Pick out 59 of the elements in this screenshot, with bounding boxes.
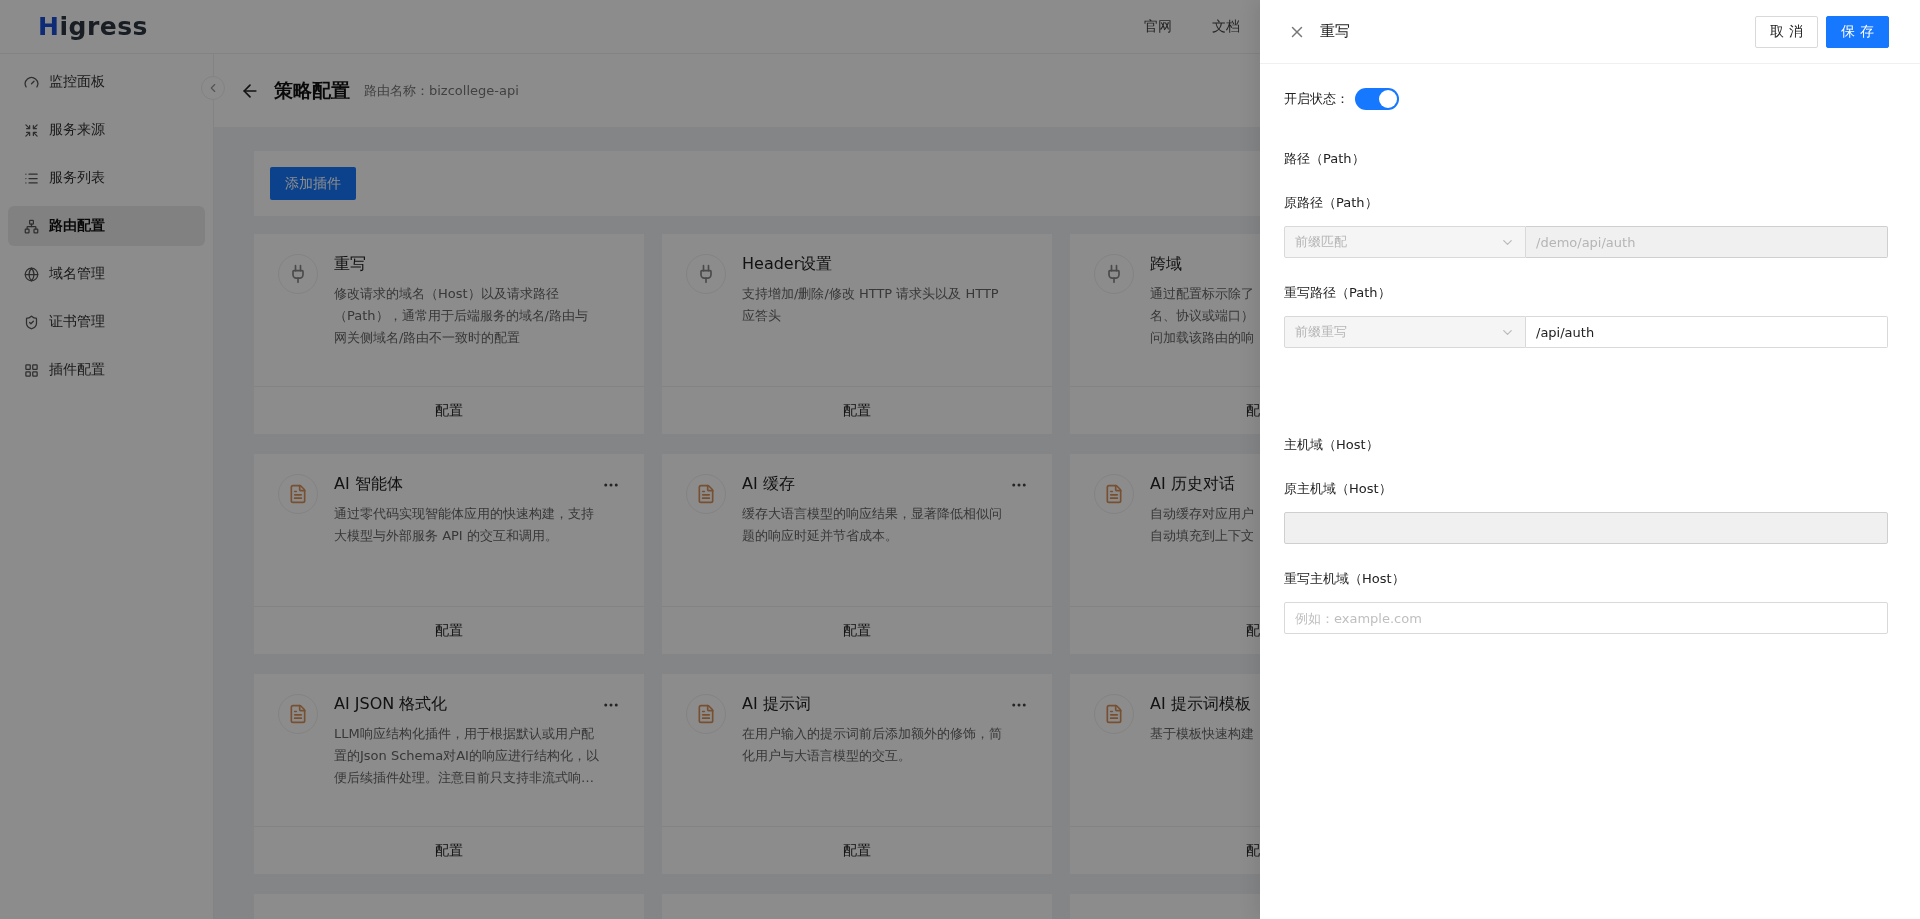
field-label: 重写路径（Path） — [1284, 284, 1392, 302]
configure-link[interactable]: 配置 — [435, 621, 463, 640]
plugin-title: 重写 — [334, 254, 366, 275]
network-icon — [24, 218, 39, 234]
sidebar-item[interactable]: 服务列表 — [8, 158, 205, 198]
drawer-title: 重写 — [1320, 22, 1350, 41]
plugin-title: AI 缓存 — [742, 474, 795, 495]
list-icon — [24, 170, 39, 186]
route-name: 路由名称：bizcollege-api — [364, 81, 519, 100]
field-label: 原路径（Path） — [1284, 194, 1379, 212]
switch-label: 开启状态： — [1284, 90, 1349, 108]
shield-icon — [24, 314, 39, 330]
field-label: 原主机域（Host） — [1284, 480, 1393, 498]
section-heading: 主机域（Host） — [1284, 436, 1380, 454]
cancel-button[interactable]: 取消 — [1755, 15, 1818, 48]
add-plugin-button[interactable]: 添加插件 — [270, 167, 356, 200]
configure-link[interactable]: 配置 — [843, 621, 871, 640]
grid-icon — [24, 362, 39, 378]
section-heading: 路径（Path） — [1284, 150, 1366, 168]
configure-link[interactable]: 配置 — [435, 401, 463, 420]
logo: Higress — [38, 12, 148, 41]
sidebar-item[interactable]: 服务来源 — [8, 110, 205, 150]
sidebar-item[interactable]: 路由配置 — [8, 206, 205, 246]
plugin-description: 通过配置标示除了 名、协议或端口） 问加载该路由的响 — [1150, 285, 1255, 347]
configure-link[interactable]: 配置 — [843, 841, 871, 860]
plugin-title: AI 提示词 — [742, 694, 811, 715]
plugin-title: Header设置 — [742, 254, 833, 275]
configure-link[interactable]: 配 — [1246, 841, 1260, 860]
plugin-title: AI 智能体 — [334, 474, 403, 495]
sidebar-item[interactable]: 证书管理 — [8, 302, 205, 342]
plugin-title: AI JSON 格式化 — [334, 694, 448, 715]
gauge-icon — [24, 74, 39, 90]
plugin-description: LLM响应结构化插件，用于根据默认或用户配 置的Json Schema对AI的响应进行结构化，以 便后续插件处理。注意目前只支持非流式响… — [334, 725, 600, 787]
configure-link[interactable]: 配置 — [843, 401, 871, 420]
configure-link[interactable]: 配 — [1246, 621, 1260, 640]
plugin-description: 在用户输入的提示词前后添加额外的修饰，简 化用户与大语言模型的交互。 — [742, 725, 1003, 765]
plugin-title: AI 历史对话 — [1150, 474, 1235, 495]
nav-link[interactable]: 官网 — [1144, 17, 1172, 36]
page-title: 策略配置 — [274, 77, 350, 103]
sidebar-item[interactable]: 监控面板 — [8, 62, 205, 102]
globe-icon — [24, 266, 39, 282]
arrows-icon — [24, 122, 39, 138]
configure-link[interactable]: 配置 — [435, 841, 463, 860]
nav-link[interactable]: 文档 — [1212, 17, 1240, 36]
input-field[interactable]: /api/auth — [1526, 316, 1888, 348]
sidebar-item[interactable]: 域名管理 — [8, 254, 205, 294]
plugin-description: 缓存大语言模型的响应结果，显著降低相似问 题的响应时延并节省成本。 — [742, 505, 1003, 545]
input-field[interactable]: 例如：example.com — [1284, 602, 1888, 634]
configure-link[interactable]: 配 — [1246, 401, 1260, 420]
plugin-title: AI 提示词模板 — [1150, 694, 1251, 715]
plugin-description: 支持增加/删除/修改 HTTP 请求头以及 HTTP 应答头 — [742, 285, 1000, 325]
save-button[interactable]: 保存 — [1826, 15, 1889, 48]
plugin-title: 跨域 — [1150, 254, 1182, 275]
enable-switch[interactable] — [1355, 88, 1399, 110]
field-label: 重写主机域（Host） — [1284, 570, 1406, 588]
plugin-description: 自动缓存对应用户 自动填充到上下文 — [1150, 505, 1255, 545]
plugin-description: 基于模板快速构建 — [1150, 725, 1255, 743]
plugin-description: 通过零代码实现智能体应用的快速构建，支持 大模型与外部服务 API 的交互和调用。 — [334, 505, 595, 545]
sidebar-item[interactable]: 插件配置 — [8, 350, 205, 390]
